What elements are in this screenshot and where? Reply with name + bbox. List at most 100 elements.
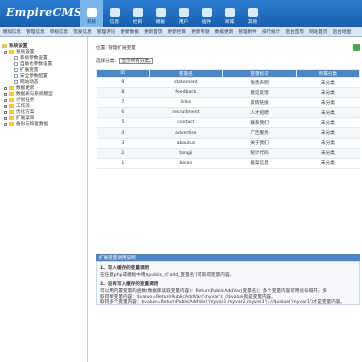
nav-info[interactable]: 信息 — [103, 0, 126, 27]
quick-link[interactable]: 管理信息 — [24, 29, 48, 35]
cell-category: 未分类 — [296, 158, 360, 169]
cell-id: 3 — [96, 138, 150, 149]
usage-heading: 2、没有写入缓存的变量调用 — [100, 282, 159, 287]
cell-varname[interactable]: links — [149, 97, 223, 109]
quick-link[interactable]: 网站首页 — [307, 29, 331, 35]
table-row[interactable]: 2 tongji 统计代码 未分类 — [96, 148, 360, 159]
table-row[interactable]: 7 links 友情链接 未分类 — [96, 97, 360, 109]
folder-icon — [9, 122, 14, 126]
cell-category: 未分类 — [296, 87, 360, 99]
cell-category: 未分类 — [296, 117, 360, 129]
cell-id: 5 — [96, 117, 150, 129]
cell-varname[interactable]: contact — [149, 117, 223, 129]
cell-varname[interactable]: tongji — [149, 148, 223, 159]
quick-link[interactable]: 排行统计 — [259, 29, 283, 35]
empirecms-logo: EmpireCMS — [6, 6, 83, 19]
add-button[interactable] — [353, 44, 360, 51]
cell-label: 广告服务 — [222, 127, 297, 139]
nav-system[interactable]: 系统 — [80, 0, 103, 27]
usage-panel-title: 扩展变量调用说明 — [96, 254, 360, 261]
quick-link[interactable]: 更新专题 — [189, 29, 213, 35]
folder-icon — [2, 44, 7, 48]
quick-menu: 增加信息 管理信息 审核信息 签发信息 管理评论 更新数据 更新首页 更新栏目 … — [0, 27, 362, 37]
cell-category: 未分类 — [296, 138, 360, 149]
cell-varname[interactable]: statement — [149, 77, 223, 89]
nav-other[interactable]: 其他 — [241, 0, 264, 27]
cell-id: 8 — [96, 87, 150, 99]
quick-link[interactable]: 管理评论 — [94, 29, 118, 35]
column-header: 所属分类 — [295, 69, 361, 78]
cell-label: 免责声明 — [222, 77, 297, 89]
table-row[interactable]: 9 statement 免责声明 未分类 — [96, 77, 360, 89]
folder-icon — [9, 50, 14, 54]
quick-link[interactable]: 管理附件 — [236, 29, 260, 35]
page-icon — [14, 61, 18, 67]
folder-icon — [9, 116, 14, 120]
quick-link[interactable]: 更新首页 — [141, 29, 165, 35]
column-header: 变量标识 — [222, 69, 297, 78]
table-row[interactable]: 4 advertise 广告服务 未分类 — [96, 127, 360, 139]
usage-heading: 1、写入缓存的变量调用 — [100, 266, 150, 271]
table-row[interactable]: 8 feedback 意见反馈 未分类 — [96, 87, 360, 99]
cell-label: 关于我们 — [222, 138, 297, 149]
table-row[interactable]: 6 recruitment 人才招聘 未分类 — [96, 107, 360, 119]
cell-varname[interactable]: beian — [149, 158, 223, 169]
plugin-icon — [201, 8, 212, 17]
cell-category: 未分类 — [296, 77, 360, 89]
top-header: EmpireCMS 系统 信息 栏目 模板 用户 插件 商城 其他 — [0, 0, 362, 27]
quick-link[interactable]: 数据更新 — [212, 29, 236, 35]
quick-link[interactable]: 更新栏目 — [165, 29, 189, 35]
template-icon — [155, 8, 166, 17]
page-icon — [14, 67, 18, 73]
cell-id: 7 — [96, 97, 150, 109]
cell-category: 未分类 — [296, 107, 360, 119]
category-filter: 选择分类: 显示所有分类 — [96, 58, 153, 64]
cell-category: 未分类 — [296, 97, 360, 109]
page-icon — [14, 55, 18, 61]
nav-column[interactable]: 栏目 — [126, 0, 149, 27]
folder-icon — [9, 98, 14, 102]
table-row[interactable]: 5 contact 联系我们 未分类 — [96, 117, 360, 129]
cell-id: 2 — [96, 148, 150, 159]
category-select[interactable]: 显示所有分类 — [118, 58, 153, 64]
folder-icon — [9, 110, 14, 114]
user-icon — [178, 8, 189, 17]
cell-varname[interactable]: advertise — [149, 127, 223, 139]
info-icon — [109, 8, 120, 17]
breadcrumb: 位置: 管理扩展变量 — [96, 46, 136, 51]
quick-link[interactable]: 后台首页 — [283, 29, 307, 35]
folder-icon — [9, 86, 14, 90]
cell-varname[interactable]: recruitment — [149, 107, 223, 119]
expand-icon — [4, 122, 7, 126]
quick-link[interactable]: 签发信息 — [71, 29, 95, 35]
expand-icon — [4, 86, 7, 90]
nav-user[interactable]: 用户 — [172, 0, 195, 27]
expand-icon — [4, 116, 7, 120]
table-row[interactable]: 1 beian 备案信息 未分类 — [96, 158, 360, 169]
cell-category: 未分类 — [296, 148, 360, 159]
nav-template[interactable]: 模板 — [149, 0, 172, 27]
cell-varname[interactable]: feedback — [149, 87, 223, 99]
quick-link[interactable]: 审核信息 — [47, 29, 71, 35]
cell-label: 人才招聘 — [222, 107, 297, 119]
table-header-row: ID 变量名 变量标识 所属分类 — [96, 69, 361, 78]
cell-varname[interactable]: aboutus — [149, 138, 223, 149]
variable-table: ID 变量名 变量标识 所属分类 9 statement 免责声明 未分类 8 feed… — [96, 69, 361, 169]
folder-icon — [9, 92, 14, 96]
nav-shop[interactable]: 商城 — [218, 0, 241, 27]
quick-link[interactable]: 增加信息 — [0, 29, 24, 35]
table-row[interactable]: 3 aboutus 关于我们 未分类 — [96, 138, 360, 149]
usage-text: 取得多个变量内容：$value=ReturnPublicAddVar('myva… — [100, 300, 345, 305]
nav-plugin[interactable]: 插件 — [195, 0, 218, 27]
cell-id: 9 — [96, 77, 150, 89]
chevron-down-icon — [148, 60, 151, 62]
quick-link[interactable]: 更新数据 — [118, 29, 142, 35]
quick-link[interactable]: 后台地图 — [330, 29, 354, 35]
tree-item[interactable]: 备份与恢复数据 — [4, 121, 48, 127]
column-header: 变量名 — [148, 69, 224, 78]
column-icon — [132, 8, 143, 17]
top-navigation: 系统 信息 栏目 模板 用户 插件 商城 其他 — [80, 0, 264, 27]
folder-icon — [9, 104, 14, 108]
cell-id: 4 — [96, 127, 150, 139]
page-icon — [14, 73, 18, 79]
